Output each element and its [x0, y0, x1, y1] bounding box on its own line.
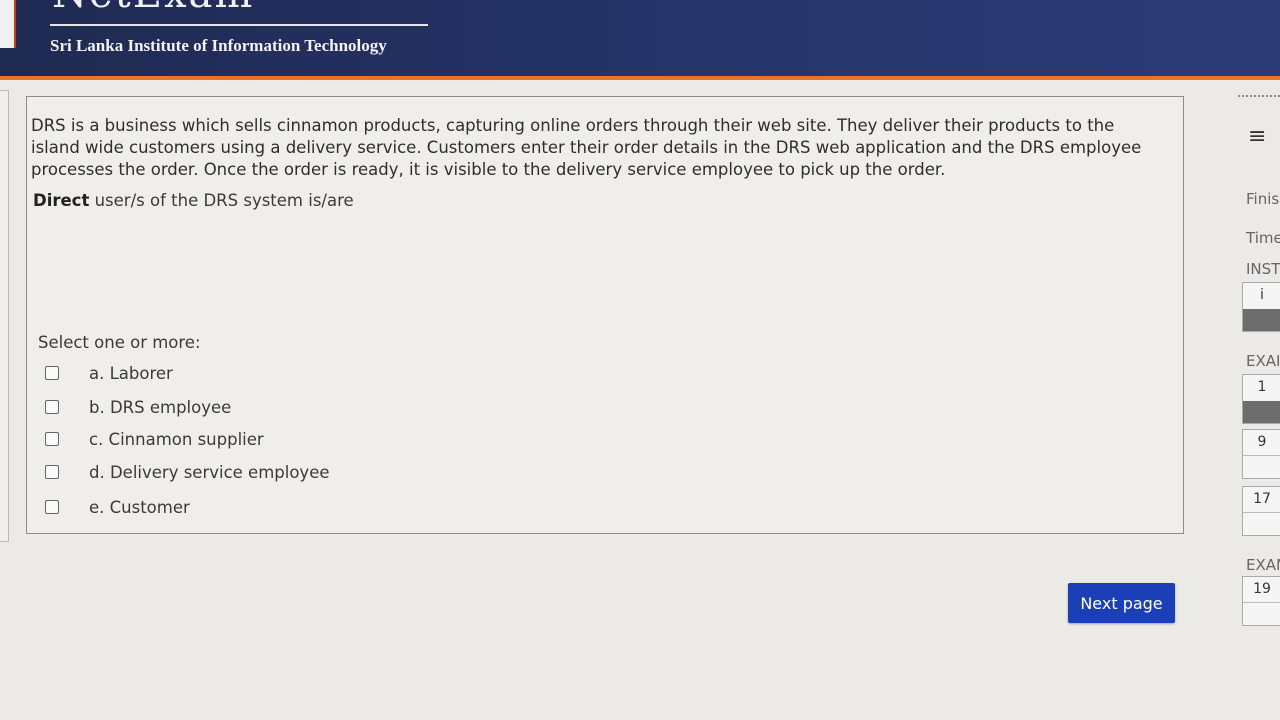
answer-label-d: d. Delivery service employee: [89, 462, 330, 482]
answer-checkbox-d[interactable]: [45, 465, 59, 479]
answer-label-a: a. Laborer: [89, 363, 173, 383]
nav-tile-17-label: 17: [1253, 491, 1271, 507]
institute-name: Sri Lanka Institute of Information Techn…: [50, 36, 387, 55]
answer-checkbox-b[interactable]: [45, 400, 59, 414]
nav-tile-info-label: i: [1260, 287, 1264, 303]
hamburger-menu-icon[interactable]: ≡: [1248, 124, 1266, 149]
next-page-button[interactable]: Next page: [1068, 583, 1175, 623]
site-header: NetExam Sri Lanka Institute of Informati…: [0, 0, 1280, 80]
question-prompt-rest: user/s of the DRS system is/are: [89, 191, 354, 210]
institute-crest-icon: [0, 0, 16, 48]
answer-checkbox-e[interactable]: [45, 500, 59, 514]
logo-wordmark: NetExam: [52, 0, 254, 14]
select-instruction: Select one or more:: [38, 333, 201, 352]
answer-option-e[interactable]: e. Customer: [45, 496, 190, 518]
logo-divider: [50, 24, 428, 26]
question-prompt: Direct user/s of the DRS system is/are: [33, 191, 354, 210]
nav-tile-19-label: 19: [1253, 581, 1271, 597]
answer-label-b: b. DRS employee: [89, 397, 232, 417]
answer-label-e: e. Customer: [89, 497, 190, 517]
question-container: DRS is a business which sells cinnamon p…: [26, 96, 1184, 534]
panel-divider: [1238, 95, 1280, 97]
finish-attempt-link[interactable]: Finis: [1246, 190, 1279, 208]
answer-option-a[interactable]: a. Laborer: [45, 362, 173, 384]
nav-tile-1[interactable]: 1: [1242, 374, 1280, 424]
nav-tile-9-label: 9: [1257, 434, 1267, 450]
time-left-label: Time: [1246, 229, 1280, 247]
nav-tile-19[interactable]: 19: [1242, 576, 1280, 626]
instructions-section-label: INST: [1246, 260, 1280, 278]
nav-tile-info[interactable]: i: [1242, 282, 1280, 332]
answer-option-b[interactable]: b. DRS employee: [45, 396, 231, 418]
nav-tile-9[interactable]: 9: [1242, 429, 1280, 479]
answer-checkbox-c[interactable]: [45, 432, 59, 446]
question-text: DRS is a business which sells cinnamon p…: [31, 116, 1142, 179]
answer-option-c[interactable]: c. Cinnamon supplier: [45, 428, 264, 450]
answer-label-c: c. Cinnamon supplier: [89, 429, 264, 449]
quiz-navigation-panel: ≡ Finis Time INST i EXAI 1 9 17 EXAM 19: [1236, 90, 1280, 720]
question-prompt-bold: Direct: [33, 191, 90, 210]
answer-checkbox-a[interactable]: [45, 366, 59, 380]
exam-section-label: EXAI: [1246, 352, 1280, 370]
answer-option-d[interactable]: d. Delivery service employee: [45, 461, 330, 483]
exam-section-label-2: EXAM: [1246, 556, 1280, 574]
nav-tile-1-label: 1: [1257, 379, 1267, 395]
nav-tile-17[interactable]: 17: [1242, 486, 1280, 536]
left-drawer-edge: [0, 90, 9, 542]
